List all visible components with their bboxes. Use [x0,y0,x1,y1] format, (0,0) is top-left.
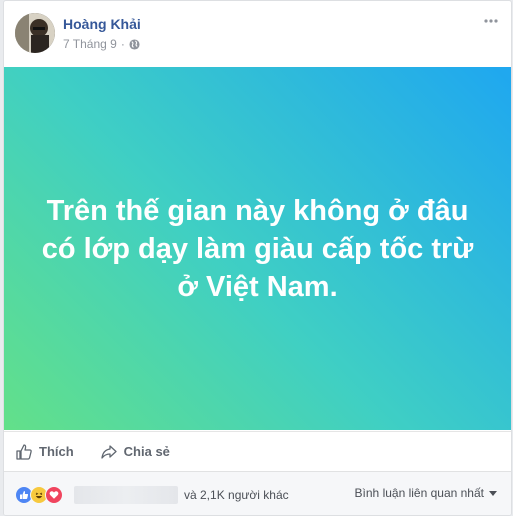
post-card: Hoàng Khải 7 Tháng 9 · Trên thế gian này… [3,0,512,516]
post-banner: Trên thế gian này không ở đâu có lớp dạy… [4,67,511,430]
meta-separator: · [120,37,125,51]
blurred-names [74,485,178,504]
thumbs-up-icon [16,443,32,460]
reaction-icons[interactable] [15,485,63,504]
banner-text: Trên thế gian này không ở đâu có lớp dạy… [41,194,474,303]
love-icon [45,485,63,504]
share-label: Chia sẻ [123,444,170,459]
post-meta: 7 Tháng 9 · [63,37,140,51]
post-date[interactable]: 7 Tháng 9 [63,37,117,51]
share-arrow-icon [101,444,117,459]
sort-label: Bình luận liên quan nhất [354,486,484,500]
reactions-bar: và 2,1K người khác Bình luận liên quan n… [4,471,511,515]
post-actions: Thích Chia sẻ [4,431,511,471]
comment-sort-dropdown[interactable]: Bình luận liên quan nhất [355,486,497,500]
like-button[interactable]: Thích [15,443,74,461]
like-label: Thích [39,444,74,459]
share-button[interactable]: Chia sẻ [100,443,170,461]
globe-icon[interactable] [129,38,140,50]
avatar[interactable] [15,13,55,53]
caret-down-icon [489,490,497,496]
more-options-icon[interactable] [481,13,501,29]
post-header: Hoàng Khải 7 Tháng 9 · [4,1,511,67]
author-name[interactable]: Hoàng Khải [63,16,141,32]
reaction-count-text[interactable]: và 2,1K người khác [184,488,289,502]
